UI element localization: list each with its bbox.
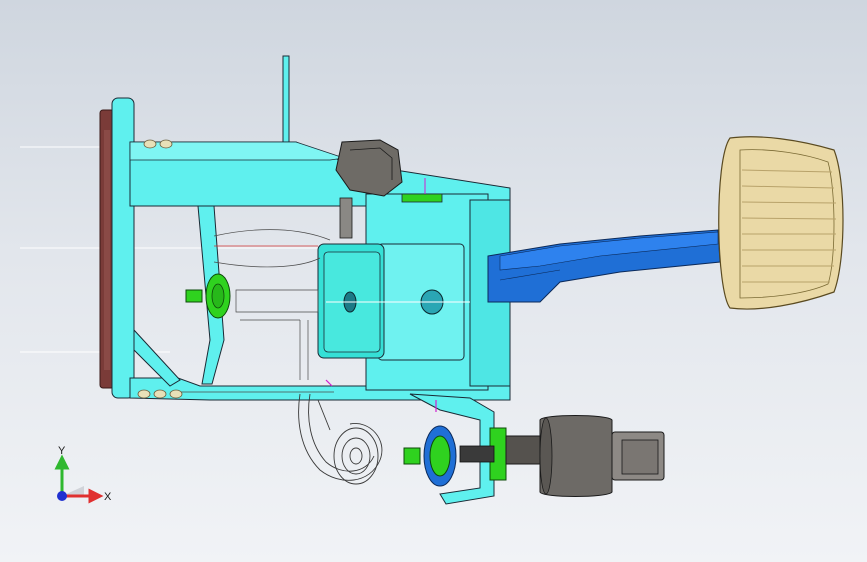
z-axis-dot — [57, 491, 67, 501]
cad-viewport[interactable]: Y X — [0, 0, 867, 562]
x-axis-label: X — [104, 491, 112, 503]
y-axis-label: Y — [58, 445, 66, 457]
pedal-arm[interactable] — [487, 229, 721, 303]
wireframe-detail — [176, 229, 334, 393]
coordinate-triad: Y X — [54, 445, 112, 504]
position-sensor[interactable] — [505, 415, 665, 497]
return-spring — [298, 393, 383, 485]
sensor-bracket[interactable] — [403, 393, 507, 505]
pedal-pad[interactable] — [718, 136, 844, 310]
pedal-assembly-model[interactable] — [0, 0, 867, 562]
upper-tab — [282, 55, 290, 147]
